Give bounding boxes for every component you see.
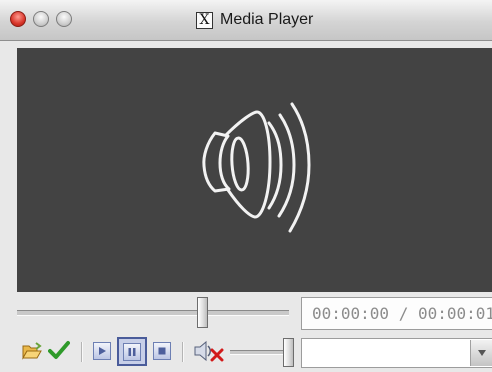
combo-dropdown-button[interactable] bbox=[470, 340, 492, 366]
pause-button[interactable] bbox=[117, 337, 147, 366]
window-titlebar: X Media Player bbox=[0, 0, 492, 41]
toolbar-separator bbox=[81, 342, 83, 362]
folder-open-icon bbox=[22, 342, 42, 360]
accept-button[interactable] bbox=[48, 340, 70, 365]
stop-icon bbox=[158, 347, 166, 355]
volume-slider-track[interactable] bbox=[230, 350, 285, 355]
time-display: 00:00:00 / 00:00:01 bbox=[301, 297, 492, 330]
speaker-muted-icon bbox=[194, 340, 224, 362]
pause-icon bbox=[128, 347, 136, 356]
toolbar-separator bbox=[182, 342, 184, 362]
chevron-down-icon bbox=[478, 350, 486, 356]
window-title: Media Player bbox=[220, 11, 314, 28]
speaker-icon bbox=[202, 102, 311, 233]
volume-slider-handle[interactable] bbox=[283, 338, 294, 367]
open-file-button[interactable] bbox=[21, 341, 43, 366]
seek-slider-handle[interactable] bbox=[197, 297, 208, 328]
play-button[interactable] bbox=[93, 342, 111, 360]
play-icon bbox=[99, 347, 106, 355]
mute-button[interactable] bbox=[193, 340, 227, 367]
green-check-icon bbox=[48, 341, 70, 359]
window-close-button[interactable] bbox=[10, 11, 26, 27]
window-title-group: X Media Player bbox=[196, 10, 313, 30]
window-minimize-button[interactable] bbox=[33, 11, 49, 27]
pause-button-face bbox=[123, 342, 141, 361]
stop-button[interactable] bbox=[153, 342, 171, 360]
window-zoom-button[interactable] bbox=[56, 11, 72, 27]
media-combo-box[interactable] bbox=[301, 338, 492, 368]
x11-app-icon: X bbox=[196, 11, 213, 29]
seek-slider-track[interactable] bbox=[17, 310, 289, 316]
video-area[interactable] bbox=[17, 48, 492, 292]
